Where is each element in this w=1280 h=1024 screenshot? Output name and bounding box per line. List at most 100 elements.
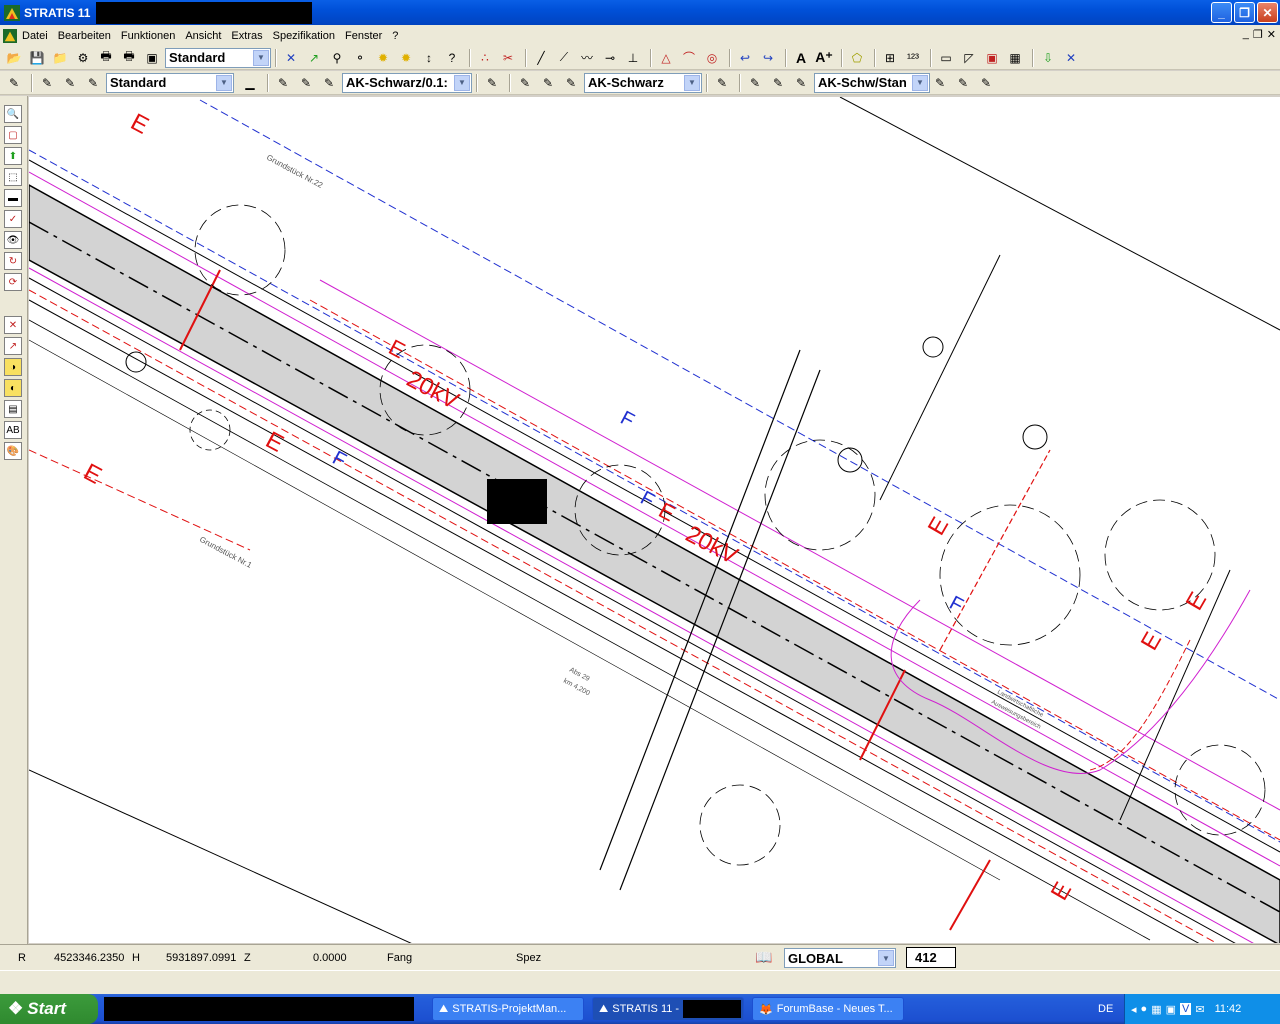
menu-bearbeiten[interactable]: Bearbeiten xyxy=(53,30,116,42)
text-style-6-icon[interactable]: ✎ xyxy=(953,73,973,93)
delete-x-icon[interactable]: ✕ xyxy=(281,48,301,68)
profile-icon[interactable]: ◸ xyxy=(959,48,979,68)
light-bulb-search-icon[interactable]: ✹ xyxy=(396,48,416,68)
curve-icon[interactable]: 〰 xyxy=(577,48,597,68)
image-icon[interactable]: ▦ xyxy=(1005,48,1025,68)
edit-shape-icon[interactable]: ◑ xyxy=(4,358,22,376)
import-icon[interactable]: ⇩ xyxy=(1038,48,1058,68)
style-2-icon[interactable]: ✎ xyxy=(60,73,80,93)
triangle-icon[interactable]: △ xyxy=(656,48,676,68)
mdi-restore-button[interactable]: ❐ xyxy=(1253,28,1263,41)
text-style-select[interactable]: AK-Schw/Stan ▼ xyxy=(814,72,930,93)
area-icon[interactable]: ⬠ xyxy=(847,48,867,68)
zoom-all-icon[interactable]: ▢ xyxy=(4,126,22,144)
pen-select[interactable]: AK-Schwarz/0.1: ▼ xyxy=(342,72,472,93)
zoom-up-icon[interactable]: ⬆ xyxy=(4,147,22,165)
point-number-icon[interactable]: ⊞ xyxy=(880,48,900,68)
style-3-icon[interactable]: ✎ xyxy=(83,73,103,93)
cross-cut-icon[interactable]: ✂ xyxy=(498,48,518,68)
query-icon[interactable]: ? xyxy=(442,48,462,68)
task-forumbase[interactable]: 🦊 ForumBase - Neues T... xyxy=(752,997,904,1021)
check-icon[interactable]: ✓ xyxy=(4,210,22,228)
chevron-down-icon[interactable]: ▼ xyxy=(253,49,269,66)
line-type-icon[interactable]: ▁ xyxy=(240,73,260,93)
text-style-4-icon[interactable]: ✎ xyxy=(791,73,811,93)
text-style-5-icon[interactable]: ✎ xyxy=(930,73,950,93)
chevron-down-icon[interactable]: ▼ xyxy=(878,950,894,966)
zoom-window-icon[interactable]: ⬚ xyxy=(4,168,22,186)
edit-shape-2-icon[interactable]: ◐ xyxy=(4,379,22,397)
redraw-icon[interactable]: ↻ xyxy=(4,252,22,270)
text-style-2-icon[interactable]: ✎ xyxy=(745,73,765,93)
layer-icon[interactable]: ▭ xyxy=(936,48,956,68)
fill-2-icon[interactable]: ✎ xyxy=(515,73,535,93)
drawing-canvas[interactable]: 20kV 20kV Grundstück Nr.22 Grundstück Nr… xyxy=(29,97,1280,943)
perpendicular-icon[interactable]: ⊥ xyxy=(623,48,643,68)
palette-icon[interactable]: 🎨 xyxy=(4,442,22,460)
print-icon[interactable]: 🖶 xyxy=(96,48,116,68)
curve-blue-icon[interactable]: ↩ xyxy=(735,48,755,68)
chevron-down-icon[interactable]: ▼ xyxy=(912,74,928,91)
tray-arrow-icon[interactable]: ◂ xyxy=(1131,1003,1137,1016)
fill-4-icon[interactable]: ✎ xyxy=(561,73,581,93)
fill-color-select[interactable]: AK-Schwarz ▼ xyxy=(584,72,702,93)
symbol-icon[interactable]: ▣ xyxy=(982,48,1002,68)
text-edit-icon[interactable]: A⁺ xyxy=(814,48,834,68)
cad-drawing[interactable]: 20kV 20kV Grundstück Nr.22 Grundstück Nr… xyxy=(29,97,1280,943)
chevron-down-icon[interactable]: ▼ xyxy=(454,74,470,91)
plot-icon[interactable]: ▣ xyxy=(142,48,162,68)
chevron-down-icon[interactable]: ▼ xyxy=(684,74,700,91)
minimize-button[interactable]: _ xyxy=(1211,2,1232,23)
menu-funktionen[interactable]: Funktionen xyxy=(116,30,180,42)
scale-input[interactable]: 412 xyxy=(906,947,956,968)
mdi-minimize-button[interactable]: _ xyxy=(1243,28,1249,41)
close-button[interactable]: ✕ xyxy=(1257,2,1278,23)
pin-icon[interactable]: ⚲ xyxy=(327,48,347,68)
book-icon[interactable]: 📖 xyxy=(755,949,772,966)
open-folder-icon[interactable]: 📂 xyxy=(4,48,24,68)
curve-blue2-icon[interactable]: ↪ xyxy=(758,48,778,68)
tray-app-4-icon[interactable]: ✉ xyxy=(1195,1003,1204,1016)
text-ab-icon[interactable]: AB xyxy=(4,421,22,439)
start-button[interactable]: ❖ Start xyxy=(0,994,98,1024)
line-type-4-icon[interactable]: ✎ xyxy=(319,73,339,93)
document-icon[interactable] xyxy=(3,28,17,43)
tray-app-2-icon[interactable]: ▦ xyxy=(1151,1003,1161,1016)
line-end-icon[interactable]: ⊸ xyxy=(600,48,620,68)
ruler-icon[interactable]: ▬ xyxy=(4,189,22,207)
menu-fenster[interactable]: Fenster xyxy=(340,30,387,42)
dimension-icon[interactable]: ▤ xyxy=(4,400,22,418)
numbering-icon[interactable]: ¹²³ xyxy=(903,48,923,68)
restore-button[interactable]: ❐ xyxy=(1234,2,1255,23)
refresh-icon[interactable]: ⟳ xyxy=(4,273,22,291)
language-indicator[interactable]: DE xyxy=(1098,1003,1113,1015)
zoom-icon[interactable]: 🔍 xyxy=(4,105,22,123)
fill-icon[interactable]: ✎ xyxy=(482,73,502,93)
line-style-icon[interactable]: ✎ xyxy=(4,73,24,93)
light-bulb-icon[interactable]: ✹ xyxy=(373,48,393,68)
measure-icon[interactable]: ↕ xyxy=(419,48,439,68)
export-icon[interactable]: ✕ xyxy=(1061,48,1081,68)
points-icon[interactable]: ∴ xyxy=(475,48,495,68)
edit-line-icon[interactable]: ↗ xyxy=(4,337,22,355)
mdi-close-button[interactable]: ✕ xyxy=(1267,28,1276,41)
point-query-icon[interactable]: ⚬ xyxy=(350,48,370,68)
open-project-icon[interactable]: 📁 xyxy=(50,48,70,68)
polyline-icon[interactable]: ⟋ xyxy=(554,48,574,68)
menu-spezifikation[interactable]: Spezifikation xyxy=(268,30,340,42)
save-icon[interactable]: 💾 xyxy=(27,48,47,68)
menu-datei[interactable]: Datei xyxy=(17,30,53,42)
text-style-3-icon[interactable]: ✎ xyxy=(768,73,788,93)
menu-help[interactable]: ? xyxy=(387,30,403,42)
line-type-2-icon[interactable]: ✎ xyxy=(273,73,293,93)
snap-icon[interactable]: ✕ xyxy=(4,316,22,334)
fill-3-icon[interactable]: ✎ xyxy=(538,73,558,93)
tray-antivirus-icon[interactable]: V xyxy=(1180,1003,1192,1015)
line-icon[interactable]: ╱ xyxy=(531,48,551,68)
circle-icon[interactable]: ◎ xyxy=(702,48,722,68)
move-arrow-icon[interactable]: ↗ xyxy=(304,48,324,68)
line-type-3-icon[interactable]: ✎ xyxy=(296,73,316,93)
menu-extras[interactable]: Extras xyxy=(226,30,267,42)
print-preview-icon[interactable]: 🖶 xyxy=(119,48,139,68)
task-stratis-projekt[interactable]: ⛰ STRATIS-ProjektMan... xyxy=(432,997,584,1021)
